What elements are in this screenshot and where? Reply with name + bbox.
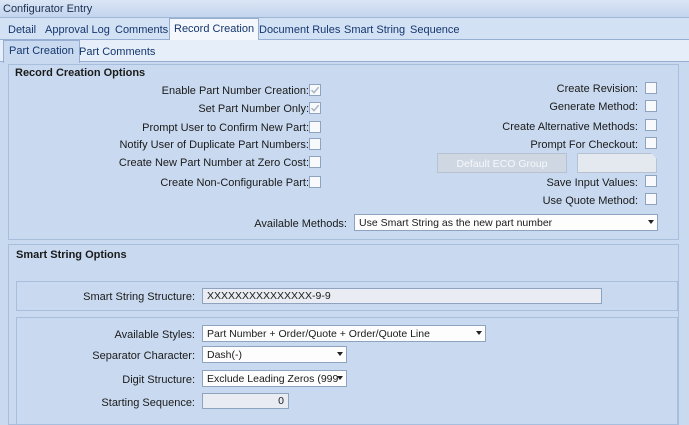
separator-character-dropdown[interactable]: Dash(-) (202, 346, 347, 363)
corner-fold-icon (651, 153, 657, 159)
available-methods-value: Use Smart String as the new part number (359, 217, 553, 229)
non-configurable-part-checkbox[interactable] (309, 176, 321, 188)
enable-part-number-creation-label: Enable Part Number Creation: (161, 85, 309, 97)
record-creation-title: Record Creation Options (15, 67, 146, 79)
starting-sequence-field[interactable]: 0 (202, 393, 289, 409)
generate-method-checkbox[interactable] (645, 100, 657, 112)
create-revision-checkbox[interactable] (645, 82, 657, 94)
sub-tab-bar: Part Creation Part Comments (0, 40, 689, 63)
default-eco-group-button[interactable]: Default ECO Group (437, 153, 567, 173)
tab-document-rules[interactable]: Document Rules (259, 20, 340, 40)
generate-method-label: Generate Method: (549, 101, 638, 113)
available-styles-dropdown[interactable]: Part Number + Order/Quote + Order/Quote … (202, 325, 486, 342)
save-input-values-label: Save Input Values: (546, 177, 638, 189)
create-alternative-methods-checkbox[interactable] (645, 119, 657, 131)
tab-smart-string[interactable]: Smart String (344, 20, 405, 40)
use-quote-method-checkbox[interactable] (645, 193, 657, 205)
enable-part-number-creation-checkbox[interactable] (309, 84, 321, 96)
tab-record-creation[interactable]: Record Creation (169, 18, 260, 41)
checkmark-icon (310, 86, 320, 94)
notify-duplicate-part-checkbox[interactable] (309, 138, 321, 150)
available-styles-label: Available Styles: (114, 329, 195, 341)
smart-string-title: Smart String Options (16, 249, 127, 261)
subtab-part-creation[interactable]: Part Creation (3, 40, 80, 63)
save-input-values-checkbox[interactable] (645, 175, 657, 187)
use-quote-method-label: Use Quote Method: (542, 195, 638, 207)
window-title: Configurator Entry (0, 0, 689, 18)
create-alternative-methods-label: Create Alternative Methods: (502, 121, 638, 133)
main-tab-bar: Detail Approval Log Comments Record Crea… (0, 18, 689, 41)
chevron-down-icon (476, 331, 482, 335)
starting-sequence-label: Starting Sequence: (101, 397, 195, 409)
prompt-for-checkout-label: Prompt For Checkout: (530, 139, 638, 151)
zero-cost-checkbox[interactable] (309, 156, 321, 168)
set-part-number-only-label: Set Part Number Only: (198, 103, 309, 115)
separator-character-label: Separator Character: (92, 350, 195, 362)
chevron-down-icon (337, 376, 343, 380)
separator-character-value: Dash(-) (207, 349, 243, 361)
chevron-down-icon (337, 352, 343, 356)
prompt-for-checkout-checkbox[interactable] (645, 137, 657, 149)
tab-approval-log[interactable]: Approval Log (45, 20, 110, 40)
subtab-part-comments[interactable]: Part Comments (79, 42, 155, 61)
non-configurable-part-label: Create Non-Configurable Part: (160, 177, 309, 189)
tab-sequence[interactable]: Sequence (410, 20, 460, 40)
set-part-number-only-checkbox[interactable] (309, 102, 321, 114)
zero-cost-label: Create New Part Number at Zero Cost: (118, 157, 309, 169)
prompt-confirm-new-part-label: Prompt User to Confirm New Part: (142, 122, 309, 134)
prompt-confirm-new-part-checkbox[interactable] (309, 121, 321, 133)
create-revision-label: Create Revision: (556, 83, 638, 95)
digit-structure-dropdown[interactable]: Exclude Leading Zeros (999 (202, 370, 347, 387)
digit-structure-label: Digit Structure: (122, 374, 195, 386)
checkmark-icon (310, 104, 320, 112)
default-eco-group-field[interactable] (577, 153, 657, 173)
chevron-down-icon (648, 220, 654, 224)
available-methods-label: Available Methods: (254, 218, 347, 230)
digit-structure-value: Exclude Leading Zeros (999 (207, 373, 339, 385)
tab-comments[interactable]: Comments (115, 20, 168, 40)
tab-detail[interactable]: Detail (8, 20, 36, 40)
available-styles-value: Part Number + Order/Quote + Order/Quote … (207, 328, 430, 340)
available-methods-dropdown[interactable]: Use Smart String as the new part number (354, 214, 658, 231)
smart-string-structure-label: Smart String Structure: (83, 291, 195, 303)
notify-duplicate-part-label: Notify User of Duplicate Part Numbers: (119, 139, 309, 151)
smart-string-structure-field[interactable]: XXXXXXXXXXXXXXX-9-9 (202, 288, 602, 304)
